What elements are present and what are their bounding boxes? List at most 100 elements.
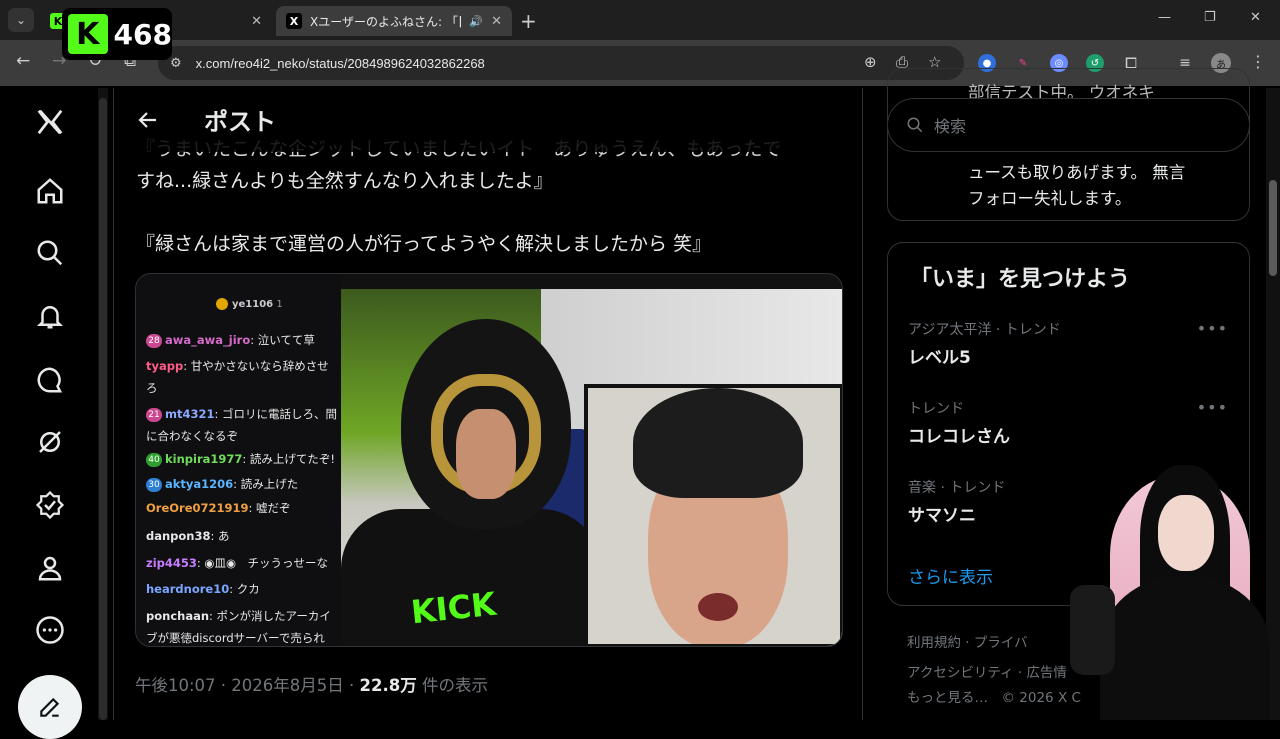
chat-username: kinpira1977 <box>165 452 243 466</box>
compose-icon <box>40 697 60 717</box>
grok-icon[interactable] <box>30 422 70 462</box>
chat-username: OreOre0721919 <box>146 501 249 515</box>
chat-username: zip4453 <box>146 556 197 570</box>
chat-badge: 28 <box>146 333 162 348</box>
site-info-icon[interactable]: ⚙ <box>170 56 182 71</box>
chat-text: : 嘘だぞ <box>248 501 291 515</box>
chat-message: heardnore10: クカ <box>146 581 260 597</box>
verified-icon[interactable] <box>30 485 70 525</box>
tab-search-button[interactable]: ⌄ <box>8 8 34 32</box>
minimize-button[interactable]: — <box>1158 10 1171 25</box>
chat-text: : 甘やかさないなら辞めさせ <box>183 359 329 373</box>
chat-text: : 読み上げた <box>233 477 299 491</box>
chat-message: 21 mt4321: ゴロリに電話しろ、間 <box>146 406 337 422</box>
notifications-icon[interactable] <box>30 296 70 336</box>
back-icon[interactable]: ← <box>16 51 30 71</box>
viewer-count: 468 <box>113 17 172 51</box>
explore-icon[interactable] <box>30 233 70 273</box>
streamer-webcam-overlay <box>1070 465 1270 720</box>
more-icon[interactable] <box>30 610 70 650</box>
speaker-icon[interactable]: 🔊 <box>469 15 483 28</box>
tab-x-post[interactable]: X Xユーザーのよふねさん: 「【情報】 🔊 ✕ <box>276 6 512 36</box>
chat-text: : ポンが消したアーカイ <box>209 609 331 623</box>
bio-text: ュースも取りあげます。 無言 <box>968 163 1186 182</box>
chat-message: に合わなくなるぞ <box>146 428 238 444</box>
post-text-line: すね...緑さんよりも全然すんなり入れましたよ』 <box>136 170 553 192</box>
search-placeholder: 検索 <box>934 117 967 136</box>
post-column: ポスト 『うまいたこんな企ジットしていましたいイト ありゅうえん、もあったで す… <box>113 88 863 720</box>
chat-username: tyapp <box>146 359 184 373</box>
search-input[interactable]: 検索 <box>887 98 1250 152</box>
view-label: 件の表示 <box>416 676 488 695</box>
chat-username: mt4321 <box>165 407 215 421</box>
bio-text: フォロー失礼します。 <box>968 189 1132 208</box>
x-favicon-icon: X <box>286 13 302 29</box>
chat-message: 40 kinpira1977: 読み上げてたぞ! <box>146 451 335 467</box>
x-sidebar <box>0 88 98 720</box>
stream-chat: ye1106 1 28 awa_awa_jiro: 泣いてて草 tyapp: 甘やか… <box>136 274 341 646</box>
chat-message: ブが悪徳discordサーバーで売られ <box>146 630 325 646</box>
more-options-icon[interactable]: ••• <box>1197 398 1228 417</box>
trend-context: アジア太平洋 · トレンド <box>908 322 1061 338</box>
url-text[interactable]: x.com/reo4i2_neko/status/208498962403286… <box>196 56 485 71</box>
show-more-link[interactable]: さらに表示 <box>908 563 993 588</box>
view-count: 22.8万 <box>359 676 417 695</box>
trend-item[interactable]: トレンド コレコレさん ••• <box>908 398 1228 447</box>
more-options-icon[interactable]: ••• <box>1197 319 1228 338</box>
trend-name: レベル5 <box>908 348 971 368</box>
close-window-button[interactable]: ✕ <box>1250 10 1261 25</box>
chat-message: ponchaan: ポンが消したアーカイ <box>146 608 331 624</box>
footer-link[interactable]: もっと見る… <box>907 690 988 706</box>
post-timestamp[interactable]: 午後10:07 · 2026年8月5日 · <box>135 676 360 695</box>
chat-username: ponchaan <box>146 609 210 623</box>
trend-name: コレコレさん <box>908 427 1010 447</box>
chat-message: 28 awa_awa_jiro: 泣いてて草 <box>146 332 315 348</box>
address-bar[interactable]: ⚙ x.com/reo4i2_neko/status/2084989624032… <box>158 46 964 80</box>
chat-message: ろ <box>146 380 158 396</box>
chat-text: : クカ <box>229 582 260 596</box>
chat-text: ろ <box>146 381 158 395</box>
x-logo-icon[interactable] <box>30 102 70 142</box>
footer-link[interactable]: 広告情 <box>1026 665 1067 681</box>
trend-item[interactable]: アジア太平洋 · トレンド レベル5 ••• <box>908 319 1228 368</box>
sidebar-scrollbar[interactable] <box>98 88 108 720</box>
close-tab-icon[interactable]: ✕ <box>491 14 502 29</box>
close-tab-icon[interactable]: ✕ <box>251 14 262 29</box>
compose-button[interactable] <box>18 675 82 739</box>
footer-links: アクセシビリティ · 広告情 <box>907 665 1067 681</box>
page-title: ポスト <box>204 108 276 136</box>
chat-text: : 読み上げてたぞ! <box>242 452 336 466</box>
menu-icon[interactable]: ⋮ <box>1250 52 1266 71</box>
kick-viewer-overlay: K 468 <box>62 8 172 60</box>
profile-icon[interactable] <box>30 548 70 588</box>
post-meta: 午後10:07 · 2026年8月5日 · 22.8万 件の表示 <box>135 672 488 696</box>
chat-text: に合わなくなるぞ <box>146 429 238 443</box>
chat-text: : 泣いてて草 <box>250 333 315 347</box>
chat-message: OreOre0721919: 嘘だぞ <box>146 500 291 516</box>
search-icon <box>907 117 923 133</box>
chat-text: : ゴロリに電話しろ、間 <box>214 407 338 421</box>
chat-top-user: ye1106 1 <box>216 298 283 310</box>
back-arrow-icon[interactable] <box>136 108 160 132</box>
chat-username: danpon38 <box>146 529 211 543</box>
browser-tab-strip: ⌄ K ads JP ✕ X Xユーザーのよふねさん: 「【情報】 🔊 ✕ + … <box>0 0 1280 40</box>
messages-icon[interactable] <box>30 360 70 400</box>
chat-message: danpon38: あ <box>146 528 230 544</box>
guest-camera <box>584 384 842 646</box>
footer-link[interactable]: アクセシビリティ <box>907 665 1014 681</box>
chat-badge: 21 <box>146 407 162 422</box>
chat-username: aktya1206 <box>165 477 234 491</box>
zoom-icon[interactable]: ⊕ <box>864 53 877 71</box>
chevron-down-icon: ⌄ <box>15 13 27 27</box>
trend-context: トレンド <box>908 401 964 417</box>
footer-link[interactable]: プライバ <box>974 635 1028 651</box>
post-header: ポスト <box>114 88 862 152</box>
maximize-button[interactable]: ❐ <box>1204 10 1216 25</box>
post-media-image[interactable]: ye1106 1 28 awa_awa_jiro: 泣いてて草 tyapp: 甘やか… <box>135 273 843 647</box>
chat-username: awa_awa_jiro <box>165 333 251 347</box>
new-tab-button[interactable]: + <box>520 9 537 33</box>
kick-logo-icon: K <box>68 14 108 54</box>
home-icon[interactable] <box>30 171 70 211</box>
footer-links: 利用規約 · プライバ <box>907 635 1028 651</box>
footer-link[interactable]: 利用規約 <box>907 635 961 651</box>
